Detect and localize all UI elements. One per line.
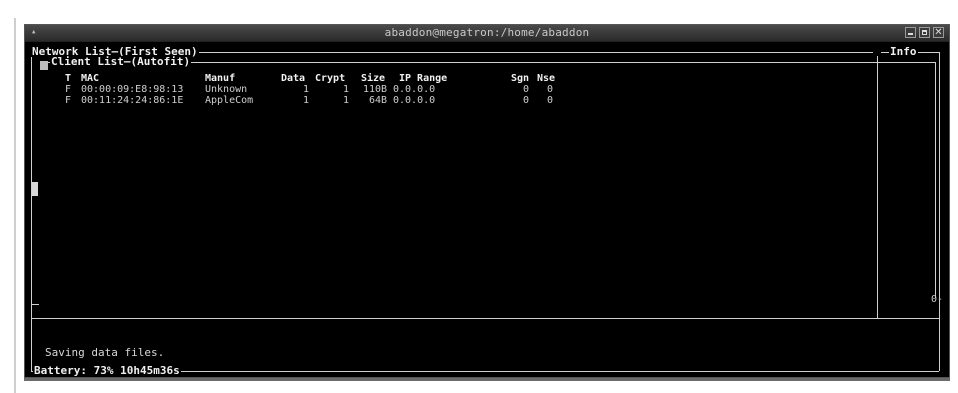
column-header-mac: MAC [81,73,100,84]
info-side-marker: 0- [931,294,944,305]
row-manuf: AppleCom [205,95,254,106]
column-header-data: Data [281,73,306,84]
row-size: 110B [363,84,388,95]
row-crypt: 1 [343,84,350,95]
info-right-border [939,52,940,318]
column-header-type: T [65,73,72,84]
panel-cursor [40,61,48,70]
row-data: 1 [303,95,310,106]
info-title: Info [889,45,918,58]
battery-status: Battery: 73% 10h45m36s [33,364,181,377]
row-mac: 00:00:09:E8:98:13 [81,84,184,95]
client-list-scroll-thumb[interactable] [32,182,38,196]
column-header-size: Size [361,73,386,84]
info-left-border [877,56,878,318]
close-icon: ✕ [934,27,943,38]
row-crypt: 1 [343,95,350,106]
figure-left-rule [14,18,16,393]
client-list-title: Client List—(Autofit) [50,55,192,68]
row-mac: 00:11:24:24:86:1E [81,95,184,106]
status-box-right-border [939,318,940,371]
row-size: 64B [369,95,388,106]
column-header-manuf: Manuf [205,73,236,84]
kismet-terminal[interactable]: Network List—(First Seen) Info 0- Client… [25,42,949,377]
row-nse: 0 [547,95,554,106]
window-titlebar[interactable]: ▴ abaddon@megatron:/home/abaddon ✕ [25,25,949,42]
desktop-bottom-strip [24,378,950,381]
lists-bottom-border [31,318,939,319]
status-box-left-border [31,318,32,371]
minimize-button[interactable] [905,27,916,38]
row-ip-range: 0.0.0.0 [393,95,436,106]
row-manuf: Unknown [205,84,248,95]
column-header-sgn: Sgn [511,73,530,84]
terminal-window: ▴ abaddon@megatron:/home/abaddon ✕ Netwo… [24,24,950,378]
close-button[interactable]: ✕ [933,27,944,38]
status-message: Saving data files. [45,346,165,359]
row-sgn: 0 [523,84,530,95]
column-header-ip-range: IP Range [399,73,448,84]
row-nse: 0 [547,84,554,95]
column-header-crypt: Crypt [315,73,346,84]
row-type: F [65,84,72,95]
row-data: 1 [303,84,310,95]
client-list-right-border [935,62,936,298]
figure-page: ▴ abaddon@megatron:/home/abaddon ✕ Netwo… [0,0,958,393]
window-title: abaddon@megatron:/home/abaddon [384,26,590,39]
row-sgn: 0 [523,95,530,106]
maximize-button[interactable] [919,27,930,38]
row-type: F [65,95,72,106]
row-ip-range: 0.0.0.0 [393,84,436,95]
column-header-nse: Nse [537,73,556,84]
separator-left-stub [31,304,39,305]
